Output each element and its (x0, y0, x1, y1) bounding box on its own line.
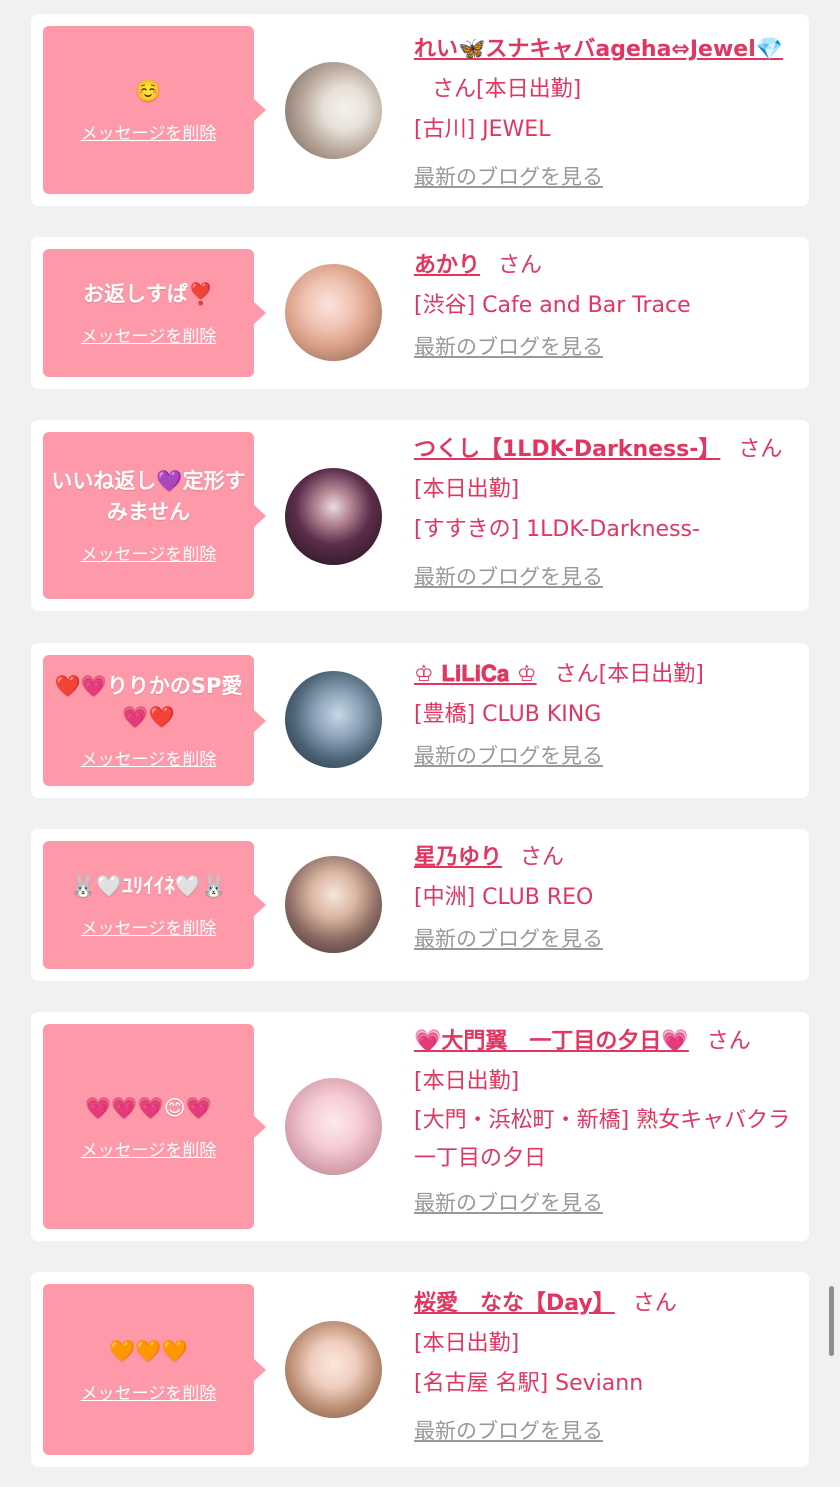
honorific: さん (498, 253, 543, 278)
honorific: さん (432, 77, 477, 102)
avatar[interactable] (285, 468, 382, 565)
profile-name-link[interactable]: れい🦋スナキャバageha⇔Jewel💎 (414, 37, 783, 62)
latest-blog-link[interactable]: 最新のブログを見る (414, 924, 603, 954)
avatar[interactable] (285, 62, 382, 159)
profile-info: あかり さん [渋谷] Cafe and Bar Trace 最新のブログを見る (414, 246, 793, 362)
message-bubble: お返しすぱ❣️ メッセージを削除 (43, 249, 266, 377)
message-bubble: ❤️💗りりかのSP愛💗❤️ メッセージを削除 (43, 655, 266, 786)
shop-name: [すすきの] 1LDK-Darkness- (414, 517, 700, 542)
avatar[interactable] (285, 1321, 382, 1418)
message-text: ❤️💗りりかのSP愛💗❤️ (54, 674, 243, 729)
profile-name-link[interactable]: ♔ 𝐋𝐢𝐋𝐢𝐂𝐚 ♔ (414, 662, 537, 687)
message-card: ❤️💗りりかのSP愛💗❤️ メッセージを削除 ♔ 𝐋𝐢𝐋𝐢𝐂𝐚 ♔ さん[本日出勤… (31, 643, 809, 798)
delete-message-link[interactable]: メッセージを削除 (81, 540, 217, 565)
profile-info: 💗大門翼 一丁目の夕日💗 さん [本日出勤] [大門・浜松町・新橋] 熟女キャバク… (414, 1022, 793, 1218)
scrollbar[interactable] (829, 1286, 834, 1356)
honorific: さん (706, 1029, 751, 1054)
honorific: さん (554, 662, 599, 687)
honorific: さん (520, 845, 565, 870)
profile-info: つくし【1LDK-Darkness-】 さん [本日出勤] [すすきの] 1LDK… (414, 430, 793, 592)
shop-name: [古川] JEWEL (414, 117, 551, 142)
profile-info: 桜愛 なな【Day】 さん [本日出勤] [名古屋 名駅] Seviann 最新の… (414, 1284, 793, 1446)
avatar[interactable] (285, 264, 382, 361)
message-bubble: 🐰🤍ﾕﾘｲｲﾈ🤍🐰 メッセージを削除 (43, 841, 266, 969)
profile-info: れい🦋スナキャバageha⇔Jewel💎 さん[本日出勤] [古川] JEWEL… (414, 30, 793, 192)
message-card: 🧡🧡🧡 メッセージを削除 桜愛 なな【Day】 さん [本日出勤] [名古屋 名駅… (31, 1272, 809, 1467)
message-text: 🧡🧡🧡 (109, 1338, 188, 1363)
message-text: ☺️ (135, 79, 162, 103)
message-text: 💗💗💗😊💗 (85, 1095, 212, 1120)
message-card: ☺️ メッセージを削除 れい🦋スナキャバageha⇔Jewel💎 さん[本日出勤… (31, 14, 809, 206)
latest-blog-link[interactable]: 最新のブログを見る (414, 162, 603, 192)
honorific: さん (738, 437, 783, 462)
avatar[interactable] (285, 1078, 382, 1175)
shop-name: [名古屋 名駅] Seviann (414, 1371, 644, 1396)
profile-name-link[interactable]: 星乃ゆり (414, 845, 502, 870)
message-card: いいね返し💜定形すみません メッセージを削除 つくし【1LDK-Darkness… (31, 420, 809, 611)
profile-name-link[interactable]: 💗大門翼 一丁目の夕日💗 (414, 1029, 689, 1054)
delete-message-link[interactable]: メッセージを削除 (81, 322, 217, 347)
attendance-status: [本日出勤] (414, 1069, 520, 1094)
latest-blog-link[interactable]: 最新のブログを見る (414, 1188, 603, 1218)
profile-info: 星乃ゆり さん [中洲] CLUB REO 最新のブログを見る (414, 838, 793, 954)
message-card: 💗💗💗😊💗 メッセージを削除 💗大門翼 一丁目の夕日💗 さん [本日出勤] [大門… (31, 1012, 809, 1241)
message-text: いいね返し💜定形すみません (51, 469, 246, 524)
shop-name: [中洲] CLUB REO (414, 885, 594, 910)
shop-name: [豊橋] CLUB KING (414, 702, 602, 727)
attendance-status: [本日出勤] (476, 77, 582, 102)
message-bubble: 💗💗💗😊💗 メッセージを削除 (43, 1024, 266, 1229)
avatar[interactable] (285, 856, 382, 953)
profile-name-link[interactable]: つくし【1LDK-Darkness-】 (414, 437, 720, 462)
delete-message-link[interactable]: メッセージを削除 (81, 745, 217, 770)
message-bubble: 🧡🧡🧡 メッセージを削除 (43, 1284, 266, 1455)
message-text: お返しすぱ❣️ (83, 282, 214, 306)
attendance-status: [本日出勤] (598, 662, 704, 687)
shop-name: [大門・浜松町・新橋] 熟女キャバクラ 一丁目の夕日 (414, 1108, 791, 1171)
honorific: さん (632, 1291, 677, 1316)
attendance-status: [本日出勤] (414, 477, 520, 502)
delete-message-link[interactable]: メッセージを削除 (81, 1379, 217, 1404)
profile-name-link[interactable]: あかり (414, 253, 480, 278)
message-card: 🐰🤍ﾕﾘｲｲﾈ🤍🐰 メッセージを削除 星乃ゆり さん [中洲] CLUB REO … (31, 829, 809, 981)
latest-blog-link[interactable]: 最新のブログを見る (414, 562, 603, 592)
avatar[interactable] (285, 671, 382, 768)
delete-message-link[interactable]: メッセージを削除 (81, 914, 217, 939)
latest-blog-link[interactable]: 最新のブログを見る (414, 1416, 603, 1446)
profile-info: ♔ 𝐋𝐢𝐋𝐢𝐂𝐚 ♔ さん[本日出勤] [豊橋] CLUB KING 最新のブログ… (414, 655, 793, 771)
delete-message-link[interactable]: メッセージを削除 (81, 1136, 217, 1161)
shop-name: [渋谷] Cafe and Bar Trace (414, 293, 691, 318)
message-text: 🐰🤍ﾕﾘｲｲﾈ🤍🐰 (69, 874, 228, 898)
message-card: お返しすぱ❣️ メッセージを削除 あかり さん [渋谷] Cafe and Bar… (31, 237, 809, 389)
latest-blog-link[interactable]: 最新のブログを見る (414, 741, 603, 771)
attendance-status: [本日出勤] (414, 1331, 520, 1356)
message-bubble: いいね返し💜定形すみません メッセージを削除 (43, 432, 266, 599)
message-bubble: ☺️ メッセージを削除 (43, 26, 266, 194)
latest-blog-link[interactable]: 最新のブログを見る (414, 332, 603, 362)
delete-message-link[interactable]: メッセージを削除 (81, 119, 217, 144)
profile-name-link[interactable]: 桜愛 なな【Day】 (414, 1291, 615, 1316)
